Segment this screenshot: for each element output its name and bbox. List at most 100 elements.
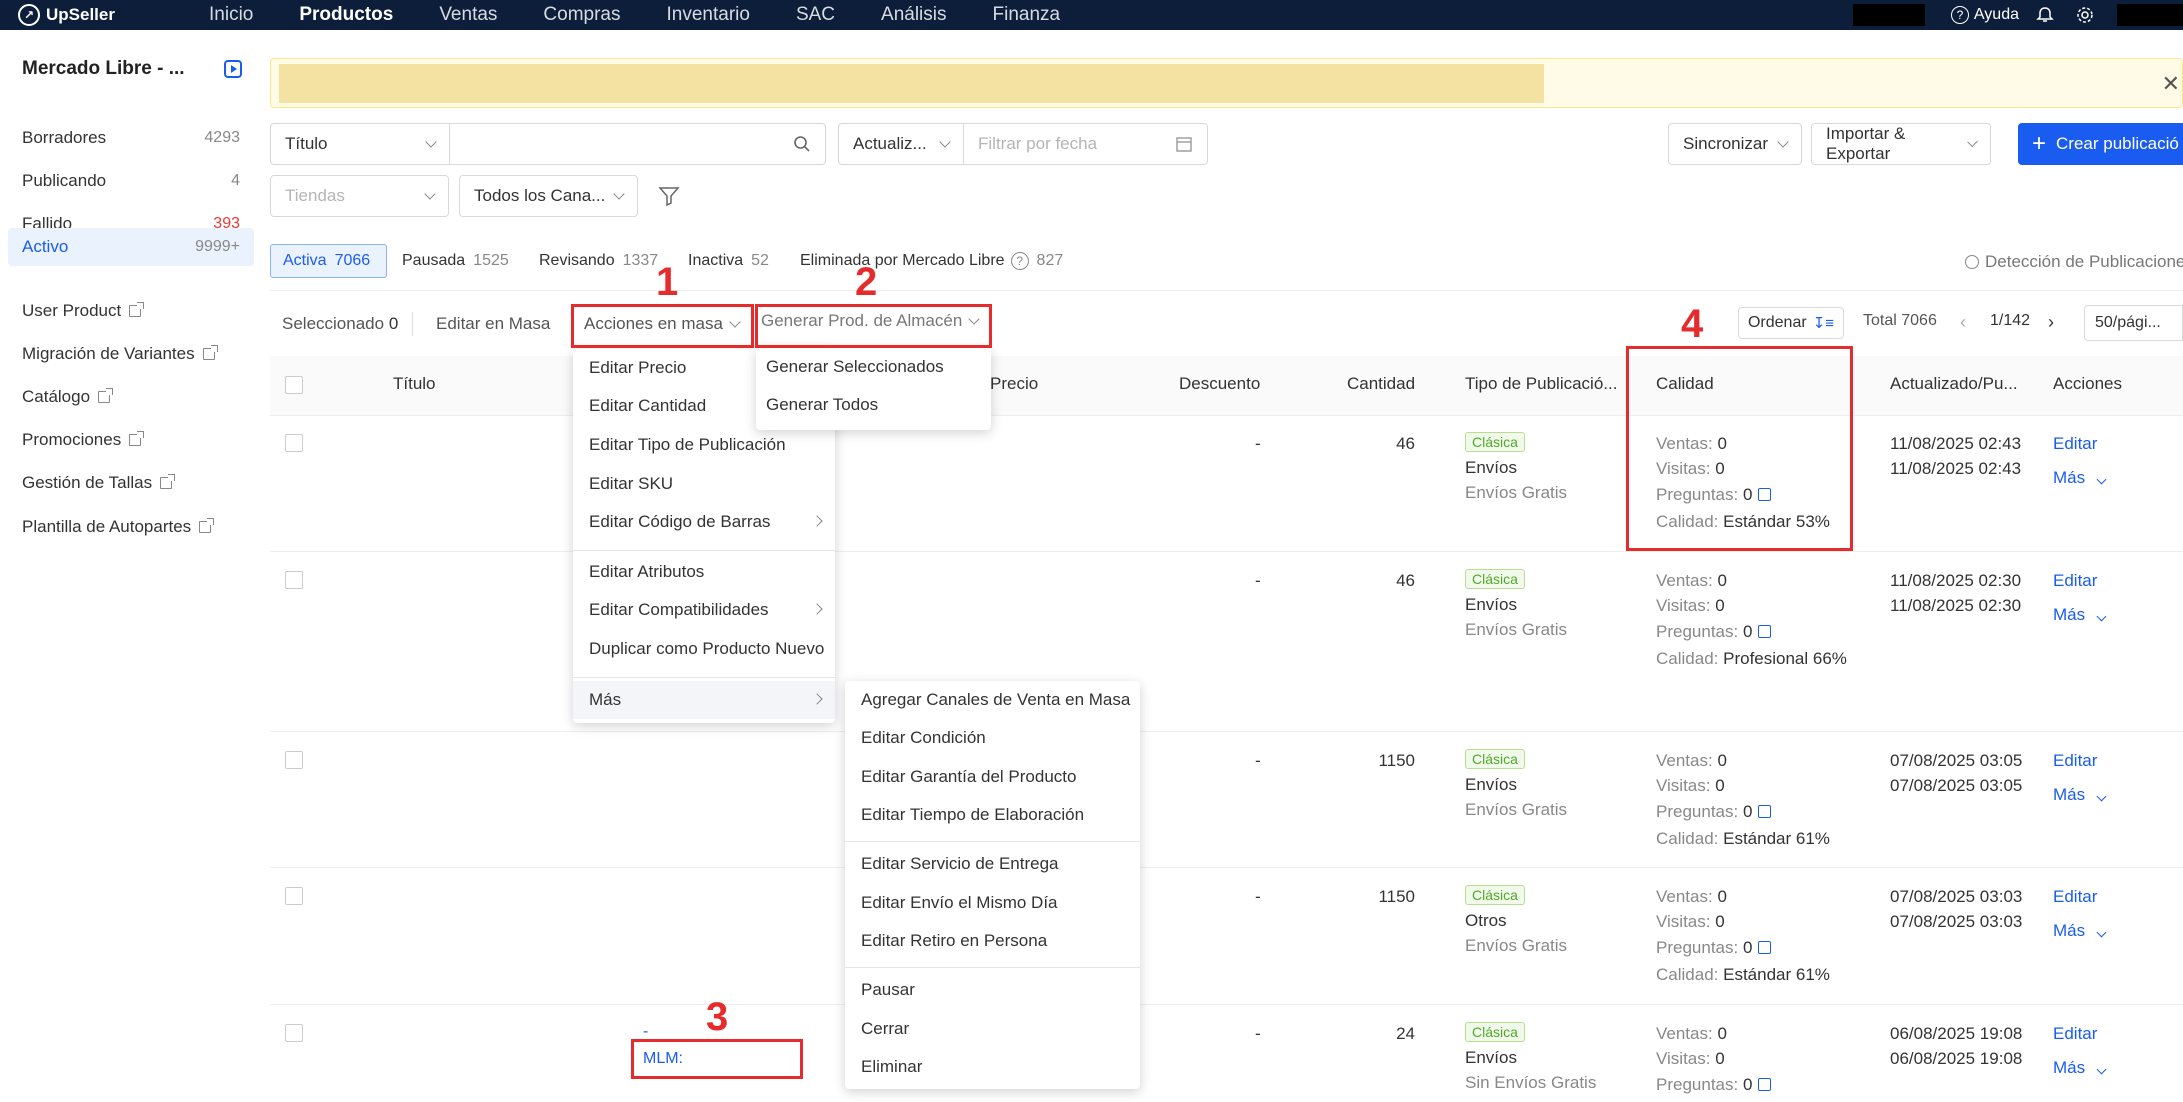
- sidebar-item-activo[interactable]: Activo 9999+: [8, 228, 254, 266]
- tab-eliminada[interactable]: Eliminada por Mercado Libre ? 827: [788, 244, 1075, 278]
- row-checkbox[interactable]: [285, 751, 303, 769]
- menu-editar-sku[interactable]: Editar SKU: [573, 465, 835, 503]
- more-actions-link[interactable]: Más: [2053, 468, 2107, 488]
- menu-editar-servicio-entrega[interactable]: Editar Servicio de Entrega: [845, 845, 1140, 883]
- menu-pausar[interactable]: Pausar: [845, 971, 1140, 1009]
- menu-agregar-canales[interactable]: Agregar Canales de Venta en Masa: [845, 681, 1140, 719]
- nav-finanza[interactable]: Finanza: [993, 4, 1061, 26]
- sidebar-link-migracion[interactable]: Migración de Variantes: [22, 344, 218, 364]
- value: Estándar 61%: [1723, 965, 1830, 984]
- edit-mass-button[interactable]: Editar en Masa: [436, 314, 550, 334]
- questions-icon[interactable]: [1758, 1078, 1772, 1091]
- sidebar-link-user-product[interactable]: User Product: [22, 301, 145, 321]
- menu-editar-envio-mismo-dia[interactable]: Editar Envío el Mismo Día: [845, 884, 1140, 922]
- quality-calidad: Calidad: Estándar 61%: [1656, 965, 1830, 985]
- more-actions-link[interactable]: Más: [2053, 1058, 2107, 1078]
- row-checkbox[interactable]: [285, 434, 303, 452]
- tab-activa[interactable]: Activa 7066: [270, 244, 387, 278]
- menu-editar-tiempo[interactable]: Editar Tiempo de Elaboración: [845, 796, 1140, 834]
- date-type-select[interactable]: Actualiz...: [838, 123, 964, 165]
- sidebar-link-tallas[interactable]: Gestión de Tallas: [22, 473, 176, 493]
- menu-cerrar[interactable]: Cerrar: [845, 1010, 1140, 1048]
- create-listing-button[interactable]: + Crear publicació: [2018, 123, 2183, 165]
- column-cantidad[interactable]: Cantidad: [1347, 374, 1415, 394]
- column-precio[interactable]: Precio: [990, 374, 1038, 394]
- row-checkbox[interactable]: [285, 571, 303, 589]
- link-label: User Product: [22, 301, 122, 320]
- column-actualizado[interactable]: Actualizado/Pu...: [1890, 374, 2018, 394]
- menu-editar-tipo[interactable]: Editar Tipo de Publicación: [573, 426, 835, 464]
- menu-editar-condicion[interactable]: Editar Condición: [845, 719, 1140, 757]
- tab-inactiva[interactable]: Inactiva 52: [676, 244, 781, 278]
- tab-revisando[interactable]: Revisando 1337: [527, 244, 670, 278]
- menu-editar-retiro[interactable]: Editar Retiro en Persona: [845, 922, 1140, 960]
- search-field-select[interactable]: Título: [270, 123, 450, 165]
- search-input[interactable]: [449, 123, 826, 165]
- questions-icon[interactable]: [1758, 805, 1772, 818]
- menu-editar-codigo-barras[interactable]: Editar Código de Barras: [573, 503, 835, 541]
- import-export-button[interactable]: Importar & Exportar: [1811, 123, 1991, 165]
- per-page-select[interactable]: 50/pági...: [2084, 305, 2183, 341]
- sort-button[interactable]: Ordenar ↧≡: [1738, 307, 1844, 339]
- search-icon[interactable]: [793, 135, 811, 153]
- brand-logo[interactable]: ↗ UpSeller: [18, 4, 168, 26]
- stores-select[interactable]: Tiendas: [270, 175, 449, 217]
- edit-link[interactable]: Editar: [2053, 887, 2097, 907]
- next-page-icon[interactable]: ›: [2048, 312, 2054, 333]
- help-link[interactable]: ? Ayuda: [1950, 6, 2019, 24]
- page-indicator: 1/142: [1990, 312, 2031, 329]
- sync-button[interactable]: Sincronizar: [1668, 123, 1802, 165]
- row-checkbox[interactable]: [285, 887, 303, 905]
- external-link-icon: [129, 302, 145, 317]
- more-actions-link[interactable]: Más: [2053, 921, 2107, 941]
- gear-icon[interactable]: [2075, 5, 2095, 25]
- sidebar-link-catalogo[interactable]: Catálogo: [22, 387, 114, 407]
- menu-generar-todos[interactable]: Generar Todos: [756, 386, 991, 424]
- questions-icon[interactable]: [1758, 625, 1772, 638]
- top-nav: ↗ UpSeller Inicio Productos Ventas Compr…: [0, 0, 2183, 30]
- column-titulo[interactable]: Título: [393, 374, 436, 394]
- edit-link[interactable]: Editar: [2053, 751, 2097, 771]
- questions-icon[interactable]: [1758, 941, 1772, 954]
- info-icon[interactable]: ?: [1010, 252, 1029, 270]
- edit-link[interactable]: Editar: [2053, 1024, 2097, 1044]
- close-icon[interactable]: ✕: [2162, 71, 2180, 97]
- menu-generar-seleccionados[interactable]: Generar Seleccionados: [756, 348, 991, 386]
- menu-editar-garantia[interactable]: Editar Garantía del Producto: [845, 758, 1140, 796]
- sidebar-item-publicando[interactable]: Publicando 4: [8, 162, 254, 200]
- menu-editar-compatibilidades[interactable]: Editar Compatibilidades: [573, 591, 835, 629]
- menu-duplicar[interactable]: Duplicar como Producto Nuevo: [573, 630, 835, 668]
- store-name[interactable]: Mercado Libre - ...: [22, 58, 185, 80]
- more-actions-link[interactable]: Más: [2053, 605, 2107, 625]
- sidebar-link-autopartes[interactable]: Plantilla de Autopartes: [22, 517, 215, 537]
- nav-analisis[interactable]: Análisis: [881, 4, 946, 26]
- edit-link[interactable]: Editar: [2053, 571, 2097, 591]
- nav-inventario[interactable]: Inventario: [667, 4, 750, 26]
- date-filter-input[interactable]: Filtrar por fecha: [963, 123, 1208, 165]
- row-checkbox[interactable]: [285, 1024, 303, 1042]
- tab-pausada[interactable]: Pausada 1525: [390, 244, 521, 278]
- menu-mas[interactable]: Más: [573, 681, 835, 719]
- menu-editar-atributos[interactable]: Editar Atributos: [573, 553, 835, 591]
- prev-page-icon[interactable]: ‹: [1960, 312, 1966, 333]
- detection-link[interactable]: Detección de Publicacione: [1965, 252, 2183, 272]
- sidebar-link-promociones[interactable]: Promociones: [22, 430, 145, 450]
- quality-ventas: Ventas: 0: [1656, 887, 1727, 907]
- nav-inicio[interactable]: Inicio: [209, 4, 253, 26]
- more-actions-link[interactable]: Más: [2053, 785, 2107, 805]
- column-tipo[interactable]: Tipo de Publicació...: [1465, 374, 1617, 394]
- menu-eliminar[interactable]: Eliminar: [845, 1048, 1140, 1086]
- nav-sac[interactable]: SAC: [796, 4, 835, 26]
- edit-link[interactable]: Editar: [2053, 434, 2097, 454]
- nav-ventas[interactable]: Ventas: [439, 4, 497, 26]
- filter-icon[interactable]: [658, 185, 680, 212]
- sidebar-item-borradores[interactable]: Borradores 4293: [8, 119, 254, 157]
- nav-compras[interactable]: Compras: [543, 4, 620, 26]
- store-switch-icon[interactable]: [224, 60, 242, 78]
- nav-productos[interactable]: Productos: [299, 4, 393, 26]
- channels-select[interactable]: Todos los Cana...: [459, 175, 638, 217]
- column-descuento[interactable]: Descuento: [1179, 374, 1260, 394]
- select-all-checkbox[interactable]: [285, 376, 303, 394]
- bell-icon[interactable]: [2035, 5, 2055, 25]
- shipping-free: Sin Envíos Gratis: [1465, 1073, 1597, 1092]
